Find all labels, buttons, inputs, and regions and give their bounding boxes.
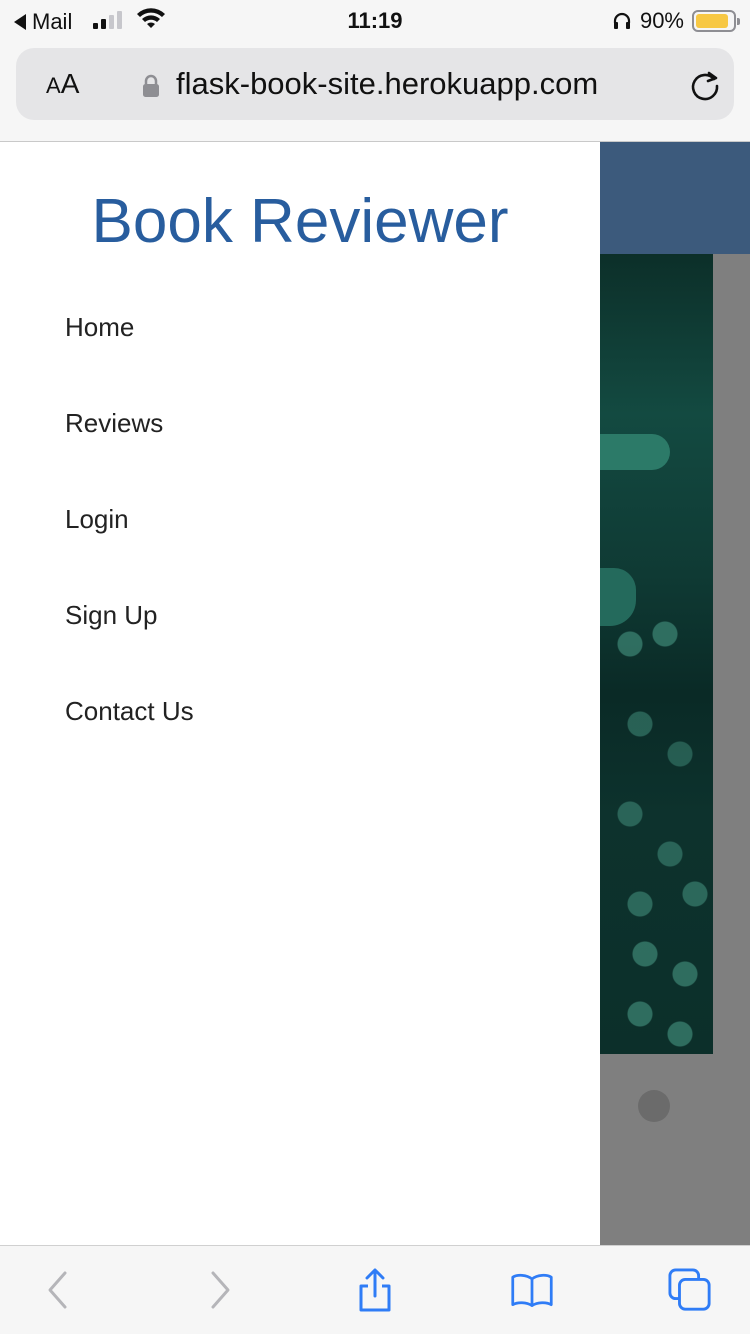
- page-header-bar: [600, 142, 750, 254]
- carousel-indicator-dot[interactable]: [638, 1090, 670, 1122]
- nav-item-reviews[interactable]: Reviews: [65, 408, 163, 439]
- battery-percent: 90%: [639, 8, 684, 33]
- text-size-button[interactable]: AA: [46, 68, 79, 100]
- forward-icon[interactable]: [198, 1268, 242, 1312]
- battery-fill: [696, 14, 729, 28]
- nav-item-sign-up[interactable]: Sign Up: [65, 600, 158, 631]
- side-navigation-drawer: Book Reviewer Home Reviews Login Sign Up…: [0, 142, 600, 1245]
- bookmarks-icon[interactable]: [510, 1268, 554, 1312]
- web-content: Book Reviewer Home Reviews Login Sign Up…: [0, 142, 750, 1245]
- url-text[interactable]: flask-book-site.herokuapp.com: [176, 66, 598, 102]
- brand-title[interactable]: Book Reviewer: [0, 186, 600, 257]
- hero-image: [600, 254, 713, 1054]
- battery-icon: [692, 10, 740, 32]
- browser-address-area: AA flask-book-site.herokuapp.com: [0, 40, 750, 142]
- headphones-icon: [613, 12, 631, 29]
- address-bar[interactable]: AA flask-book-site.herokuapp.com: [16, 48, 734, 120]
- nav-item-contact-us[interactable]: Contact Us: [65, 696, 194, 727]
- nav-item-login[interactable]: Login: [65, 504, 129, 535]
- reload-icon[interactable]: [688, 68, 722, 102]
- share-icon[interactable]: [353, 1268, 397, 1312]
- browser-toolbar: [0, 1245, 750, 1334]
- tabs-icon[interactable]: [668, 1268, 712, 1312]
- hero-image-detail: [600, 434, 670, 470]
- back-icon[interactable]: [36, 1268, 80, 1312]
- status-bar: Mail 11:19 90%: [0, 0, 750, 40]
- nav-item-home[interactable]: Home: [65, 312, 134, 343]
- lock-icon: [143, 74, 159, 97]
- overlay-backdrop[interactable]: [600, 1054, 750, 1245]
